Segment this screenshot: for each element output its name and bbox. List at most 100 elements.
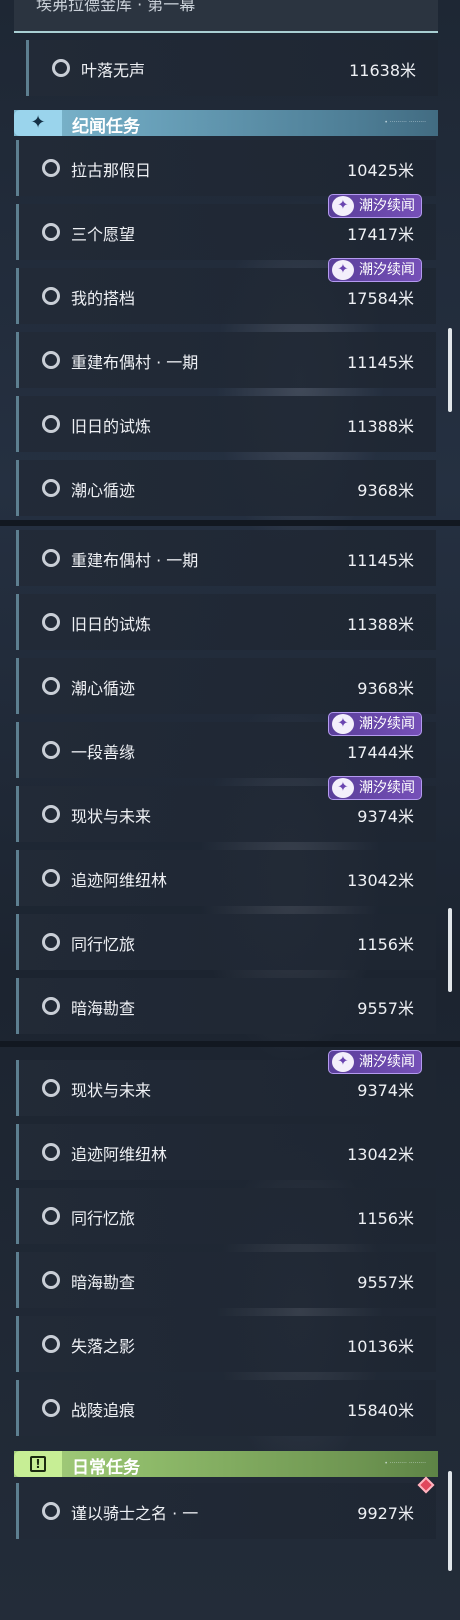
- quest-row[interactable]: 重建布偶村 · 一期 11145米: [16, 530, 436, 586]
- header-decoration: • ········· ·········: [384, 119, 426, 126]
- quest-row[interactable]: 现状与未来 9374米 ✦ 潮汐续闻: [16, 1050, 436, 1116]
- quest-status-circle-icon: [52, 59, 70, 77]
- quest-name: 现状与未来: [71, 1081, 152, 1100]
- quest-distance: 1156米: [357, 935, 414, 954]
- tide-story-badge: ✦ 潮汐续闻: [328, 1050, 422, 1074]
- quest-status-circle-icon: [42, 159, 60, 177]
- quest-row[interactable]: 一段善缘 17444米 ✦ 潮汐续闻: [16, 712, 436, 778]
- tide-story-badge: ✦ 潮汐续闻: [328, 712, 422, 736]
- quest-name: 旧日的试炼: [71, 615, 152, 634]
- quest-status-circle-icon: [42, 677, 60, 695]
- quest-name: 同行忆旅: [71, 935, 136, 954]
- quest-distance: 9368米: [357, 481, 414, 500]
- quest-row[interactable]: 拉古那假日 10425米: [16, 140, 436, 196]
- quest-distance: 9927米: [357, 1504, 414, 1523]
- quest-status-circle-icon: [42, 613, 60, 631]
- quest-distance: 9557米: [357, 999, 414, 1018]
- screenshot-panel-1: 埃弗拉德金库 · 第一幕 叶落无声 11638米 ✦ 纪闻任务 • ······…: [0, 0, 460, 520]
- screenshot-panel-3: 现状与未来 9374米 ✦ 潮汐续闻 追迹阿维纽林 13042米 同行忆旅 1156米 暗海勘查…: [0, 1047, 460, 1620]
- quest-status-circle-icon: [42, 741, 60, 759]
- quest-distance: 11388米: [347, 615, 414, 634]
- quest-name: 谨以骑士之名 · 一: [71, 1504, 199, 1523]
- scrollbar-thumb[interactable]: [448, 908, 452, 992]
- header-decoration: • ········· ·········: [384, 1460, 426, 1467]
- quest-row[interactable]: 潮心循迹 9368米: [16, 460, 436, 516]
- quest-row[interactable]: 我的搭档 17584米 ✦ 潮汐续闻: [16, 258, 436, 324]
- quest-distance: 10136米: [347, 1337, 414, 1356]
- quest-distance: 17444米: [347, 743, 414, 762]
- quest-row[interactable]: 潮心循迹 9368米: [16, 658, 436, 714]
- quest-row[interactable]: 追迹阿维纽林 13042米: [16, 1124, 436, 1180]
- scrollbar-thumb[interactable]: [448, 1471, 452, 1571]
- quest-status-circle-icon: [42, 805, 60, 823]
- quest-name: 我的搭档: [71, 289, 136, 308]
- previous-group-title: 埃弗拉德金库 · 第一幕: [36, 0, 196, 14]
- quest-row[interactable]: 暗海勘查 9557米: [16, 1252, 436, 1308]
- quest-distance: 11145米: [347, 353, 414, 372]
- quest-name: 暗海勘查: [71, 1273, 136, 1292]
- quest-status-circle-icon: [42, 351, 60, 369]
- quest-name: 重建布偶村 · 一期: [71, 551, 199, 570]
- badge-label: 潮汐续闻: [359, 780, 415, 796]
- quest-status-circle-icon: [42, 1271, 60, 1289]
- quest-name: 同行忆旅: [71, 1209, 136, 1228]
- quest-name: 现状与未来: [71, 807, 152, 826]
- quest-row[interactable]: 旧日的试炼 11388米: [16, 396, 436, 452]
- previous-group-footer: 埃弗拉德金库 · 第一幕: [14, 0, 438, 33]
- wing-icon: ✦: [332, 714, 354, 734]
- quest-name: 拉古那假日: [71, 161, 152, 180]
- quest-distance: 17584米: [347, 289, 414, 308]
- quest-distance: 11145米: [347, 551, 414, 570]
- quest-row[interactable]: 同行忆旅 1156米: [16, 1188, 436, 1244]
- quest-row[interactable]: 旧日的试炼 11388米: [16, 594, 436, 650]
- quest-distance: 1156米: [357, 1209, 414, 1228]
- quest-row[interactable]: 同行忆旅 1156米: [16, 914, 436, 970]
- badge-label: 潮汐续闻: [359, 262, 415, 278]
- quest-row[interactable]: 叶落无声 11638米: [26, 40, 438, 96]
- quest-name: 失落之影: [71, 1337, 136, 1356]
- tide-story-badge: ✦ 潮汐续闻: [328, 258, 422, 282]
- quest-name: 一段善缘: [71, 743, 136, 762]
- quest-name: 叶落无声: [81, 61, 146, 80]
- quest-distance: 9557米: [357, 1273, 414, 1292]
- quest-distance: 9374米: [357, 1081, 414, 1100]
- quest-distance: 9374米: [357, 807, 414, 826]
- exclamation-box-icon: !: [14, 1451, 62, 1477]
- quest-distance: 10425米: [347, 161, 414, 180]
- quest-name: 暗海勘查: [71, 999, 136, 1018]
- quest-status-circle-icon: [42, 997, 60, 1015]
- scrollbar-thumb[interactable]: [448, 328, 452, 412]
- quest-distance: 9368米: [357, 679, 414, 698]
- quest-distance: 11638米: [349, 61, 416, 80]
- tide-story-badge: ✦ 潮汐续闻: [328, 776, 422, 800]
- wing-icon: ✦: [332, 196, 354, 216]
- badge-label: 潮汐续闻: [359, 716, 415, 732]
- quest-row[interactable]: 三个愿望 17417米 ✦ 潮汐续闻: [16, 194, 436, 260]
- tide-story-badge: ✦ 潮汐续闻: [328, 194, 422, 218]
- quest-status-circle-icon: [42, 549, 60, 567]
- quest-row[interactable]: 现状与未来 9374米 ✦ 潮汐续闻: [16, 776, 436, 842]
- quest-status-circle-icon: [42, 223, 60, 241]
- quest-status-circle-icon: [42, 1207, 60, 1225]
- quest-name: 追迹阿维纽林: [71, 1145, 168, 1164]
- screenshot-panel-2: 重建布偶村 · 一期 11145米 旧日的试炼 11388米 潮心循迹 9368米 一段善缘…: [0, 526, 460, 1041]
- quest-status-circle-icon: [42, 1079, 60, 1097]
- quest-status-circle-icon: [42, 479, 60, 497]
- quest-row[interactable]: 失落之影 10136米: [16, 1316, 436, 1372]
- quest-row[interactable]: 重建布偶村 · 一期 11145米: [16, 332, 436, 388]
- daily-quests-header[interactable]: ! 日常任务 • ········· ·········: [14, 1451, 438, 1478]
- quest-name: 三个愿望: [71, 225, 136, 244]
- quest-row[interactable]: 谨以骑士之名 · 一 9927米: [16, 1483, 436, 1539]
- badge-label: 潮汐续闻: [359, 198, 415, 214]
- story-quests-header[interactable]: ✦ 纪闻任务 • ········· ·········: [14, 110, 438, 137]
- quest-row[interactable]: 战陵追痕 15840米: [16, 1380, 436, 1436]
- quest-name: 战陵追痕: [71, 1401, 136, 1420]
- section-title: 日常任务: [72, 1458, 140, 1478]
- badge-label: 潮汐续闻: [359, 1054, 415, 1070]
- quest-distance: 13042米: [347, 871, 414, 890]
- wing-icon: ✦: [332, 1052, 354, 1072]
- quest-row[interactable]: 暗海勘查 9557米: [16, 978, 436, 1034]
- quest-row[interactable]: 追迹阿维纽林 13042米: [16, 850, 436, 906]
- sparkle-icon: ✦: [14, 110, 62, 136]
- quest-status-circle-icon: [42, 1502, 60, 1520]
